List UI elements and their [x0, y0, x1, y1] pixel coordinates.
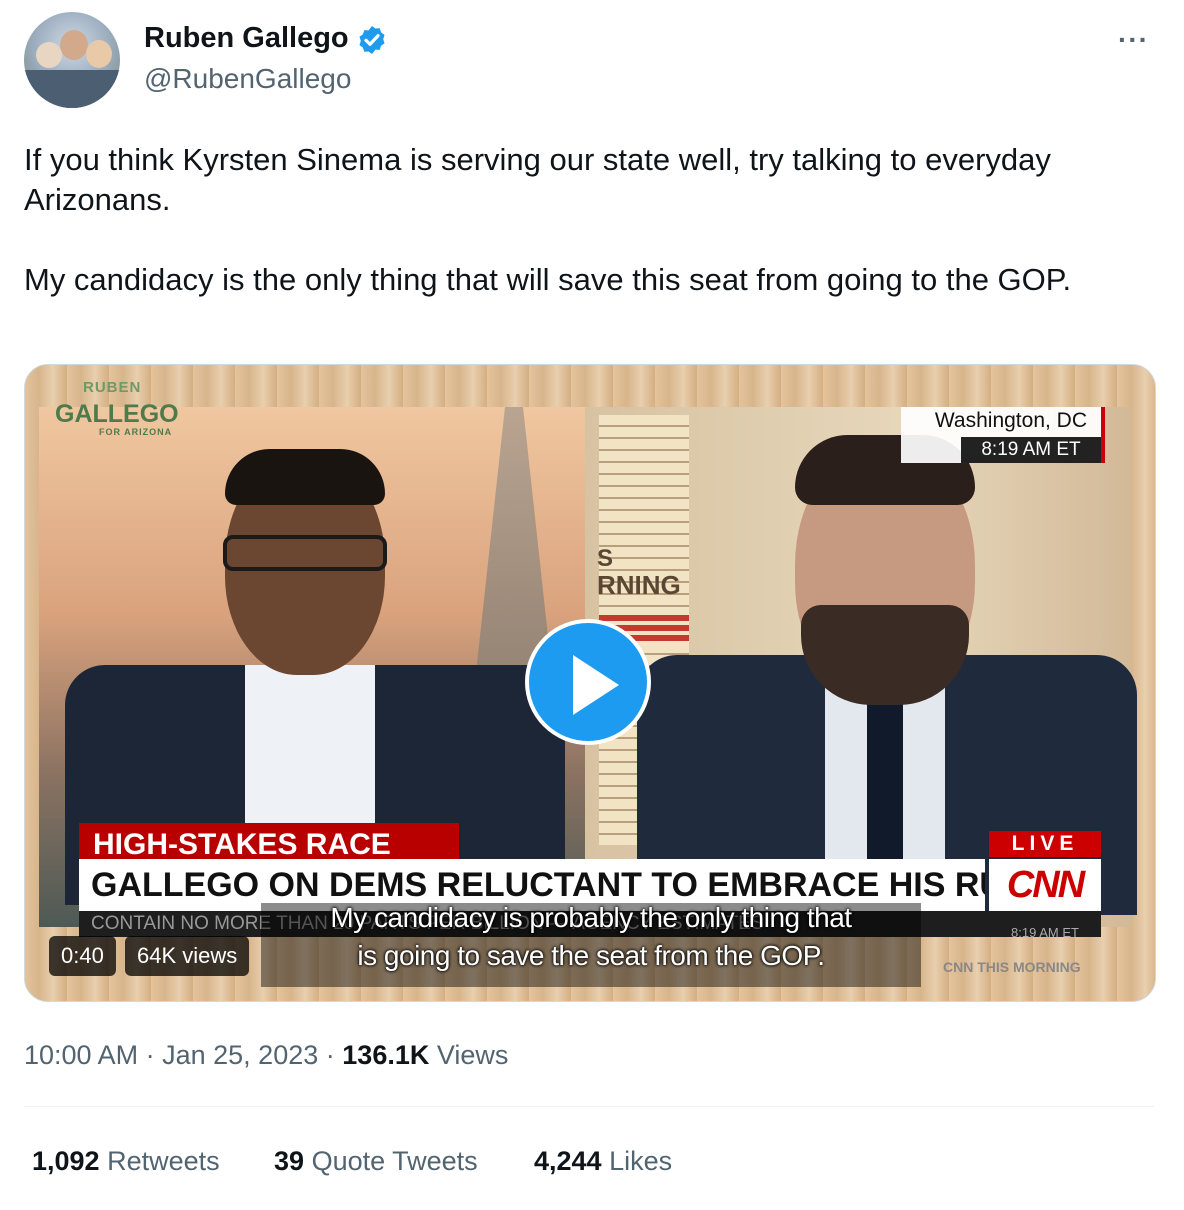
- network-show: CNN THIS MORNING: [943, 959, 1081, 975]
- network-time: 8:19 AM ET: [1011, 925, 1079, 940]
- campaign-logo: GALLEGO: [55, 400, 179, 428]
- caption-line-1: My candidacy is probably the only thing …: [330, 902, 852, 933]
- likes-count: 4,244: [534, 1146, 602, 1176]
- tweet-meta: 10:00 AM · Jan 25, 2023 · 136.1K Views: [24, 1038, 508, 1072]
- video-caption: My candidacy is probably the only thing …: [261, 899, 921, 975]
- campaign-logo-sub: FOR ARIZONA: [99, 427, 173, 437]
- live-label: LIVE: [989, 831, 1101, 857]
- meta-separator: ·: [145, 1040, 155, 1070]
- tweet-paragraph-1: If you think Kyrsten Sinema is serving o…: [24, 142, 1051, 217]
- meta-separator: ·: [325, 1040, 335, 1070]
- likes-stat[interactable]: 4,244 Likes: [534, 1144, 672, 1178]
- views-label: Views: [436, 1040, 509, 1070]
- author-name[interactable]: Ruben Gallego: [144, 20, 349, 56]
- divider: [24, 1106, 1154, 1107]
- location-time: 8:19 AM ET: [961, 437, 1101, 463]
- location-city: Washington, DC: [934, 409, 1087, 432]
- tweet-text: If you think Kyrsten Sinema is serving o…: [24, 140, 1144, 300]
- avatar-photo-background: [24, 70, 120, 108]
- verified-badge-icon: [359, 26, 385, 54]
- network-logo: CNN: [989, 859, 1101, 911]
- retweets-label: Retweets: [107, 1146, 220, 1176]
- tweet-time[interactable]: 10:00 AM: [24, 1040, 138, 1070]
- studio-wall-text: RNING: [597, 570, 681, 600]
- quote-tweets-stat[interactable]: 39 Quote Tweets: [274, 1144, 478, 1178]
- video-views: 64K views: [125, 936, 250, 976]
- video-player[interactable]: S RNING RUBEN GALLEGO FOR ARIZONA Washin…: [24, 364, 1156, 1002]
- tweet-date[interactable]: Jan 25, 2023: [162, 1040, 318, 1070]
- avatar[interactable]: [24, 12, 120, 108]
- avatar-photo-child: [36, 42, 62, 68]
- likes-label: Likes: [609, 1146, 673, 1176]
- tweet-paragraph-2: My candidacy is the only thing that will…: [24, 262, 1072, 297]
- quote-tweets-label: Quote Tweets: [311, 1146, 478, 1176]
- more-options-icon[interactable]: ···: [1118, 24, 1149, 56]
- studio-wall-text-s: S: [597, 545, 614, 572]
- avatar-photo-woman: [86, 40, 112, 68]
- views-count: 136.1K: [342, 1040, 430, 1070]
- quote-tweets-count: 39: [274, 1146, 305, 1176]
- campaign-logo-top: RUBEN: [83, 379, 142, 396]
- retweets-count: 1,092: [32, 1146, 100, 1176]
- author-handle[interactable]: @RubenGallego: [144, 62, 351, 96]
- caption-line-2: is going to save the seat from the GOP.: [357, 940, 825, 971]
- play-icon[interactable]: [573, 655, 619, 715]
- video-duration: 0:40: [49, 936, 116, 976]
- avatar-photo-man: [60, 30, 88, 60]
- retweets-stat[interactable]: 1,092 Retweets: [32, 1144, 220, 1178]
